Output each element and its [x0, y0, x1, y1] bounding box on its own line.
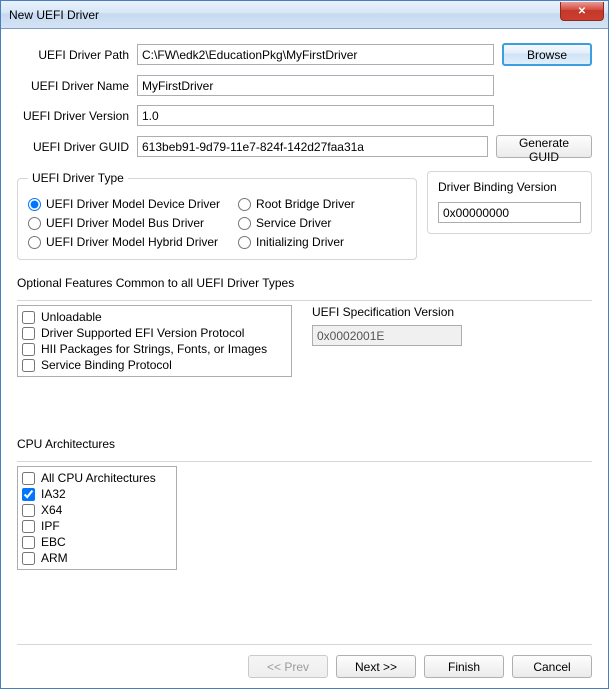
radio-hybrid-driver-label: UEFI Driver Model Hybrid Driver: [46, 235, 218, 249]
binding-group: Driver Binding Version: [427, 171, 592, 234]
browse-button[interactable]: Browse: [502, 43, 592, 66]
arch-ebc-label: EBC: [41, 535, 66, 549]
arch-arm[interactable]: ARM: [22, 550, 172, 566]
radio-service-driver[interactable]: Service Driver: [238, 216, 355, 230]
divider-arch: [17, 461, 592, 462]
driver-type-group: UEFI Driver Type UEFI Driver Model Devic…: [17, 171, 417, 260]
radio-service-driver-input[interactable]: [238, 217, 251, 230]
content-area: UEFI Driver Path Browse UEFI Driver Name…: [1, 29, 608, 688]
arch-ebc[interactable]: EBC: [22, 534, 172, 550]
spec-label: UEFI Specification Version: [312, 305, 592, 319]
radio-service-driver-label: Service Driver: [256, 216, 331, 230]
arch-ipf-label: IPF: [41, 519, 60, 533]
generate-guid-button[interactable]: Generate GUID: [496, 135, 592, 158]
arch-ia32-check[interactable]: [22, 488, 35, 501]
radio-root-bridge[interactable]: Root Bridge Driver: [238, 197, 355, 211]
next-button[interactable]: Next >>: [336, 655, 416, 678]
feature-unloadable-check[interactable]: [22, 311, 35, 324]
radio-bus-driver[interactable]: UEFI Driver Model Bus Driver: [28, 216, 220, 230]
radio-initializing-driver[interactable]: Initializing Driver: [238, 235, 355, 249]
path-input[interactable]: [137, 44, 494, 65]
cancel-button[interactable]: Cancel: [512, 655, 592, 678]
divider: [17, 300, 592, 301]
prev-button: << Prev: [248, 655, 328, 678]
arch-ebc-check[interactable]: [22, 536, 35, 549]
finish-button[interactable]: Finish: [424, 655, 504, 678]
window-frame: New UEFI Driver ✕ UEFI Driver Path Brows…: [0, 0, 609, 689]
radio-root-bridge-input[interactable]: [238, 198, 251, 211]
arch-ia32[interactable]: IA32: [22, 486, 172, 502]
feature-unloadable[interactable]: Unloadable: [22, 309, 287, 325]
footer-buttons: << Prev Next >> Finish Cancel: [17, 644, 592, 678]
window-title: New UEFI Driver: [9, 8, 99, 22]
radio-device-driver-input[interactable]: [28, 198, 41, 211]
arch-all-check[interactable]: [22, 472, 35, 485]
arch-all-label: All CPU Architectures: [41, 471, 156, 485]
arch-ipf[interactable]: IPF: [22, 518, 172, 534]
arch-ia32-label: IA32: [41, 487, 66, 501]
driver-type-legend: UEFI Driver Type: [28, 171, 128, 185]
radio-initializing-driver-label: Initializing Driver: [256, 235, 344, 249]
titlebar[interactable]: New UEFI Driver ✕: [1, 1, 608, 29]
feature-service-binding-label: Service Binding Protocol: [41, 358, 172, 372]
binding-input[interactable]: [438, 202, 581, 223]
name-input[interactable]: [137, 75, 494, 96]
guid-input[interactable]: [137, 136, 488, 157]
feature-efi-version-label: Driver Supported EFI Version Protocol: [41, 326, 244, 340]
arch-arm-check[interactable]: [22, 552, 35, 565]
radio-hybrid-driver[interactable]: UEFI Driver Model Hybrid Driver: [28, 235, 220, 249]
radio-initializing-driver-input[interactable]: [238, 236, 251, 249]
radio-root-bridge-label: Root Bridge Driver: [256, 197, 355, 211]
arch-x64-check[interactable]: [22, 504, 35, 517]
binding-label: Driver Binding Version: [438, 180, 581, 194]
guid-label: UEFI Driver GUID: [17, 140, 137, 154]
radio-bus-driver-label: UEFI Driver Model Bus Driver: [46, 216, 204, 230]
feature-unloadable-label: Unloadable: [41, 310, 102, 324]
radio-hybrid-driver-input[interactable]: [28, 236, 41, 249]
feature-service-binding[interactable]: Service Binding Protocol: [22, 357, 287, 373]
feature-efi-version-check[interactable]: [22, 327, 35, 340]
radio-device-driver-label: UEFI Driver Model Device Driver: [46, 197, 220, 211]
arch-list[interactable]: All CPU Architectures IA32 X64 IPF EBC A…: [17, 466, 177, 570]
feature-hii[interactable]: HII Packages for Strings, Fonts, or Imag…: [22, 341, 287, 357]
version-input[interactable]: [137, 105, 494, 126]
close-icon: ✕: [578, 6, 586, 17]
arch-x64-label: X64: [41, 503, 62, 517]
arch-ipf-check[interactable]: [22, 520, 35, 533]
spec-input: [312, 325, 462, 346]
feature-service-binding-check[interactable]: [22, 359, 35, 372]
arch-section-label: CPU Architectures: [17, 437, 592, 451]
feature-efi-version[interactable]: Driver Supported EFI Version Protocol: [22, 325, 287, 341]
close-button[interactable]: ✕: [560, 2, 604, 21]
radio-bus-driver-input[interactable]: [28, 217, 41, 230]
path-label: UEFI Driver Path: [17, 48, 137, 62]
features-section-label: Optional Features Common to all UEFI Dri…: [17, 276, 592, 290]
features-list[interactable]: Unloadable Driver Supported EFI Version …: [17, 305, 292, 377]
radio-device-driver[interactable]: UEFI Driver Model Device Driver: [28, 197, 220, 211]
feature-hii-label: HII Packages for Strings, Fonts, or Imag…: [41, 342, 267, 356]
feature-hii-check[interactable]: [22, 343, 35, 356]
arch-arm-label: ARM: [41, 551, 68, 565]
arch-x64[interactable]: X64: [22, 502, 172, 518]
version-label: UEFI Driver Version: [17, 109, 137, 123]
name-label: UEFI Driver Name: [17, 79, 137, 93]
arch-all[interactable]: All CPU Architectures: [22, 470, 172, 486]
